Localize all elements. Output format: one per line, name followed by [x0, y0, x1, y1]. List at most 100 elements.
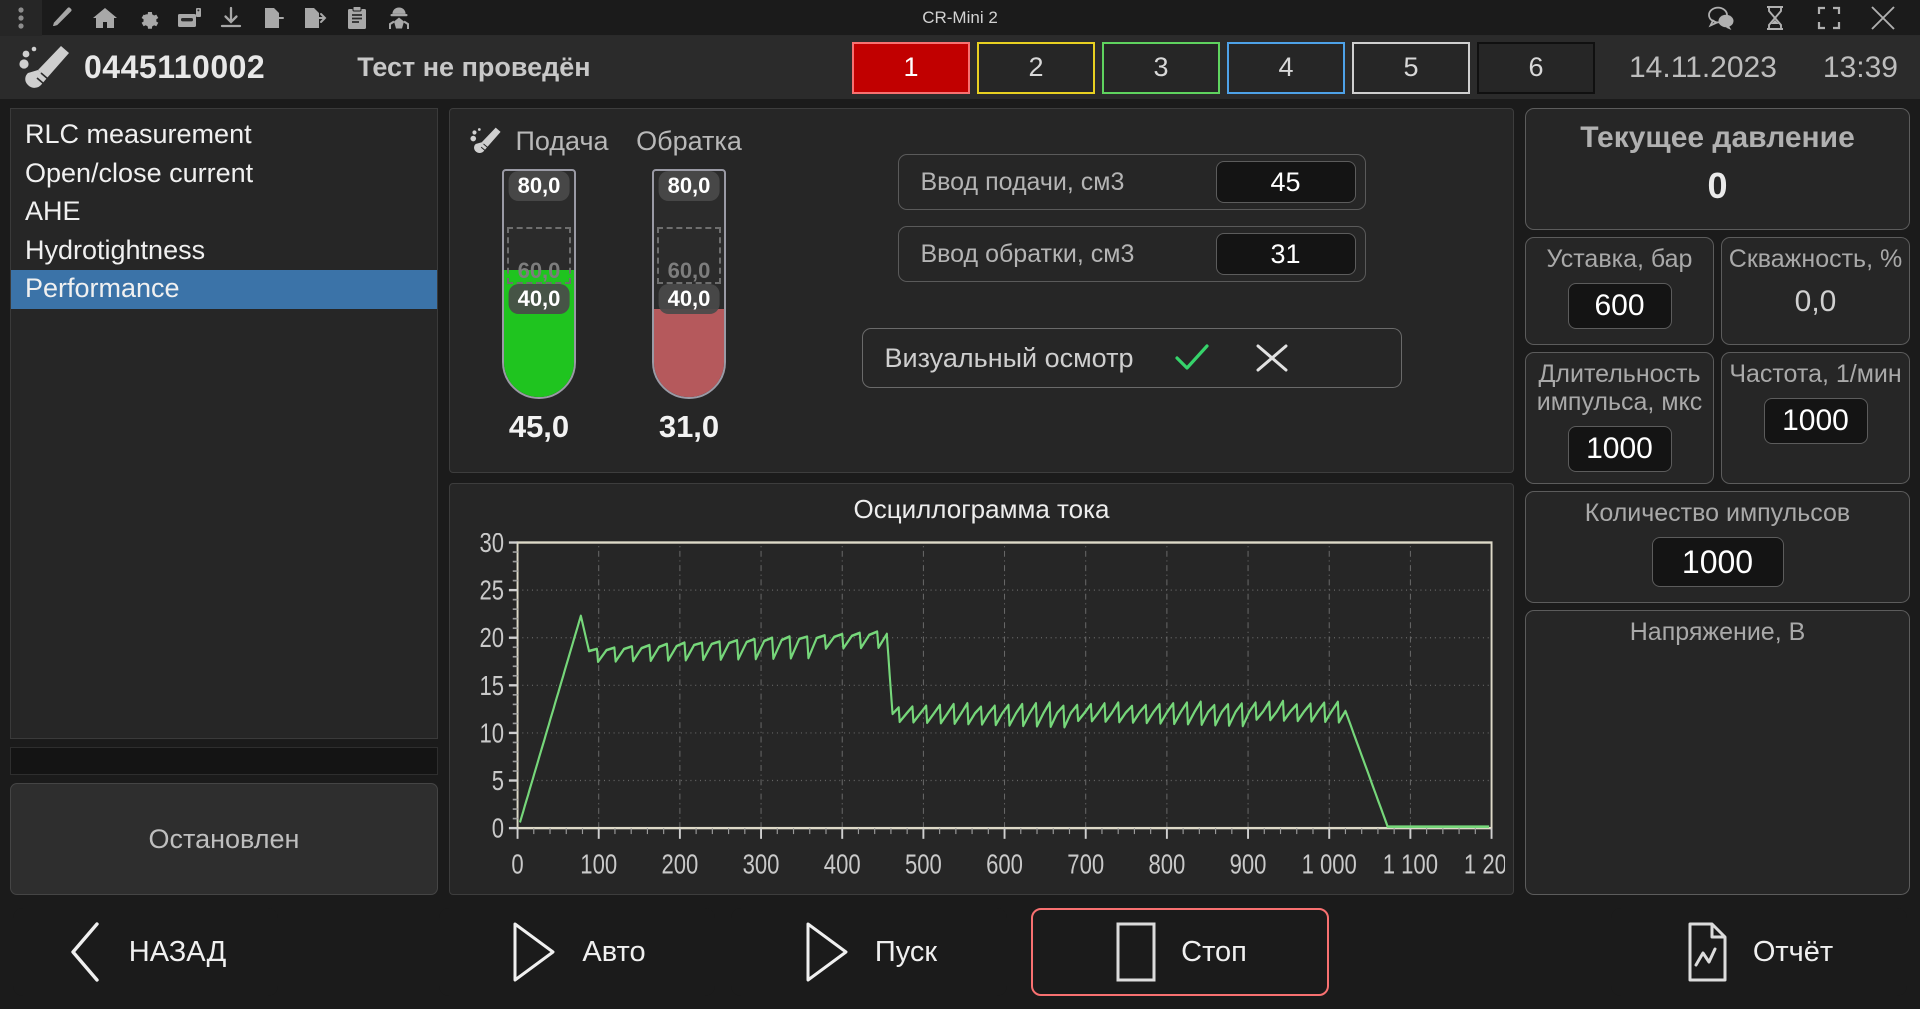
- download-icon[interactable]: [210, 0, 252, 36]
- hourglass-icon[interactable]: [1748, 0, 1802, 36]
- play-icon: [801, 921, 853, 983]
- return-input-label: Ввод обратки, см3: [920, 239, 1135, 268]
- supply-input-row[interactable]: Ввод подачи, см3 45: [897, 154, 1366, 210]
- check-icon[interactable]: [1166, 336, 1218, 380]
- sidebar: RLC measurement Open/close current AHE H…: [10, 108, 438, 895]
- supply-input-label: Ввод подачи, см3: [920, 167, 1125, 196]
- channel-button-3[interactable]: 3: [1102, 41, 1220, 94]
- current-pressure-value: 0: [1707, 164, 1728, 206]
- date-time: 14.11.2023 13:39: [1629, 51, 1898, 85]
- gauge-return-label: Обратка: [636, 125, 742, 156]
- chart-area[interactable]: 0 5 10 15 20 25 30 0 100 200 300 400 500 600 700 800 900…: [458, 533, 1505, 890]
- test-item-hydrotightness[interactable]: Hydrotightness: [11, 232, 437, 271]
- pulse-width-box: Длительность импульса, мкс 1000: [1525, 352, 1714, 484]
- auto-button[interactable]: Авто: [439, 908, 715, 996]
- gauge-supply-mid-tag: 60,0: [517, 258, 561, 284]
- report-document-icon: [1685, 921, 1731, 983]
- progress-bar: [10, 747, 438, 775]
- cross-icon[interactable]: [1246, 336, 1298, 380]
- current-pressure-box: Текущее давление 0: [1525, 108, 1910, 230]
- visual-inspection-label: Визуальный осмотр: [884, 342, 1134, 373]
- duty-box: Скважность, % 0,0: [1721, 237, 1910, 345]
- svg-text:1 100: 1 100: [1383, 849, 1438, 880]
- gauge-supply-min-tag: 40,0: [508, 284, 570, 314]
- svg-text:100: 100: [580, 849, 617, 880]
- center-column: Подача 80,0 60,0 40,0 45,0 Обратка 80,0 …: [449, 108, 1514, 895]
- channel-button-4[interactable]: 4: [1227, 41, 1345, 94]
- app-header: 0445110002 Тест не проведён 1 2 3 4 5 6 …: [0, 36, 1920, 99]
- gauge-return-head: Обратка: [636, 121, 742, 161]
- channel-button-6[interactable]: 6: [1477, 41, 1595, 94]
- gauge-supply: Подача 80,0 60,0 40,0 45,0: [464, 121, 614, 460]
- current-date: 14.11.2023: [1629, 50, 1777, 84]
- fullscreen-icon[interactable]: [1802, 0, 1856, 36]
- start-button[interactable]: Пуск: [731, 908, 1007, 996]
- report-button[interactable]: Отчёт: [1611, 908, 1907, 996]
- return-input-value[interactable]: 31: [1215, 233, 1356, 275]
- channel-button-1[interactable]: 1: [852, 41, 970, 94]
- setpoint-duty-row: Уставка, бар 600 Скважность, % 0,0: [1525, 237, 1910, 345]
- gauges: Подача 80,0 60,0 40,0 45,0 Обратка 80,0 …: [464, 121, 764, 460]
- pulse-count-input[interactable]: 1000: [1651, 537, 1784, 587]
- return-input-row[interactable]: Ввод обратки, см3 31: [897, 226, 1366, 282]
- menu-dots-icon[interactable]: [0, 0, 42, 36]
- import-icon[interactable]: [252, 0, 294, 36]
- chat-icon[interactable]: [1694, 0, 1748, 36]
- pulse-width-input[interactable]: 1000: [1567, 426, 1672, 472]
- pencil-icon[interactable]: [42, 0, 84, 36]
- test-item-rlc[interactable]: RLC measurement: [11, 116, 437, 155]
- svg-text:0: 0: [511, 849, 523, 880]
- channel-button-2[interactable]: 2: [977, 41, 1095, 94]
- pulse-frequency-row: Длительность импульса, мкс 1000 Частота,…: [1525, 352, 1910, 484]
- supply-input-value[interactable]: 45: [1215, 161, 1356, 203]
- duty-label: Скважность, %: [1728, 245, 1903, 273]
- auto-button-label: Авто: [582, 935, 646, 968]
- test-item-performance[interactable]: Performance: [11, 270, 437, 309]
- frequency-input[interactable]: 1000: [1763, 398, 1868, 444]
- gauge-supply-value: 45,0: [508, 409, 570, 444]
- parameters-panel: Текущее давление 0 Уставка, бар 600 Сква…: [1525, 108, 1910, 895]
- frequency-box: Частота, 1/мин 1000: [1721, 352, 1910, 484]
- test-item-ahe[interactable]: AHE: [11, 193, 437, 232]
- gauge-return-min-tag: 40,0: [658, 284, 720, 314]
- gear-icon[interactable]: [126, 0, 168, 36]
- visual-inspection-row: Визуальный осмотр: [861, 328, 1402, 388]
- export-icon[interactable]: [294, 0, 336, 36]
- duty-value: 0,0: [1794, 285, 1837, 318]
- worker-icon[interactable]: [378, 0, 420, 36]
- stop-button[interactable]: Стоп: [1031, 908, 1329, 996]
- frequency-label: Частота, 1/мин: [1729, 360, 1902, 388]
- current-pressure-label: Текущее давление: [1580, 121, 1855, 154]
- clipboard-icon[interactable]: [336, 0, 378, 36]
- status-text: Остановлен: [148, 823, 300, 854]
- gauge-supply-label: Подача: [515, 125, 609, 156]
- channel-button-5[interactable]: 5: [1352, 41, 1470, 94]
- pulse-width-label: Длительность импульса, мкс: [1536, 360, 1703, 416]
- svg-text:900: 900: [1230, 849, 1267, 880]
- voltage-box: Напряжение, В: [1525, 610, 1910, 895]
- part-number: 0445110002: [84, 49, 266, 85]
- start-button-label: Пуск: [874, 935, 938, 968]
- pulse-count-box: Количество импульсов 1000: [1525, 491, 1910, 603]
- gauge-supply-head: Подача: [469, 121, 609, 161]
- gauge-return-max-tag: 80,0: [658, 171, 720, 201]
- window-controls: [1694, 0, 1920, 35]
- home-icon[interactable]: [84, 0, 126, 36]
- svg-text:30: 30: [480, 533, 505, 559]
- svg-text:1 000: 1 000: [1302, 849, 1357, 880]
- svg-text:0: 0: [492, 813, 504, 844]
- svg-text:800: 800: [1148, 849, 1185, 880]
- svg-text:10: 10: [480, 718, 505, 749]
- report-button-label: Отчёт: [1752, 935, 1834, 968]
- svg-text:700: 700: [1067, 849, 1104, 880]
- play-icon: [508, 921, 560, 983]
- gauge-return-tube: 80,0 60,0 40,0: [652, 169, 726, 399]
- back-button-label: НАЗАД: [128, 935, 227, 968]
- close-icon[interactable]: [1856, 0, 1910, 36]
- test-list: RLC measurement Open/close current AHE H…: [10, 108, 438, 739]
- toolbox-icon[interactable]: [168, 0, 210, 36]
- stop-square-icon: [1113, 921, 1159, 983]
- setpoint-input[interactable]: 600: [1567, 283, 1672, 329]
- test-item-open-close-current[interactable]: Open/close current: [11, 155, 437, 194]
- back-button[interactable]: НАЗАД: [13, 908, 278, 996]
